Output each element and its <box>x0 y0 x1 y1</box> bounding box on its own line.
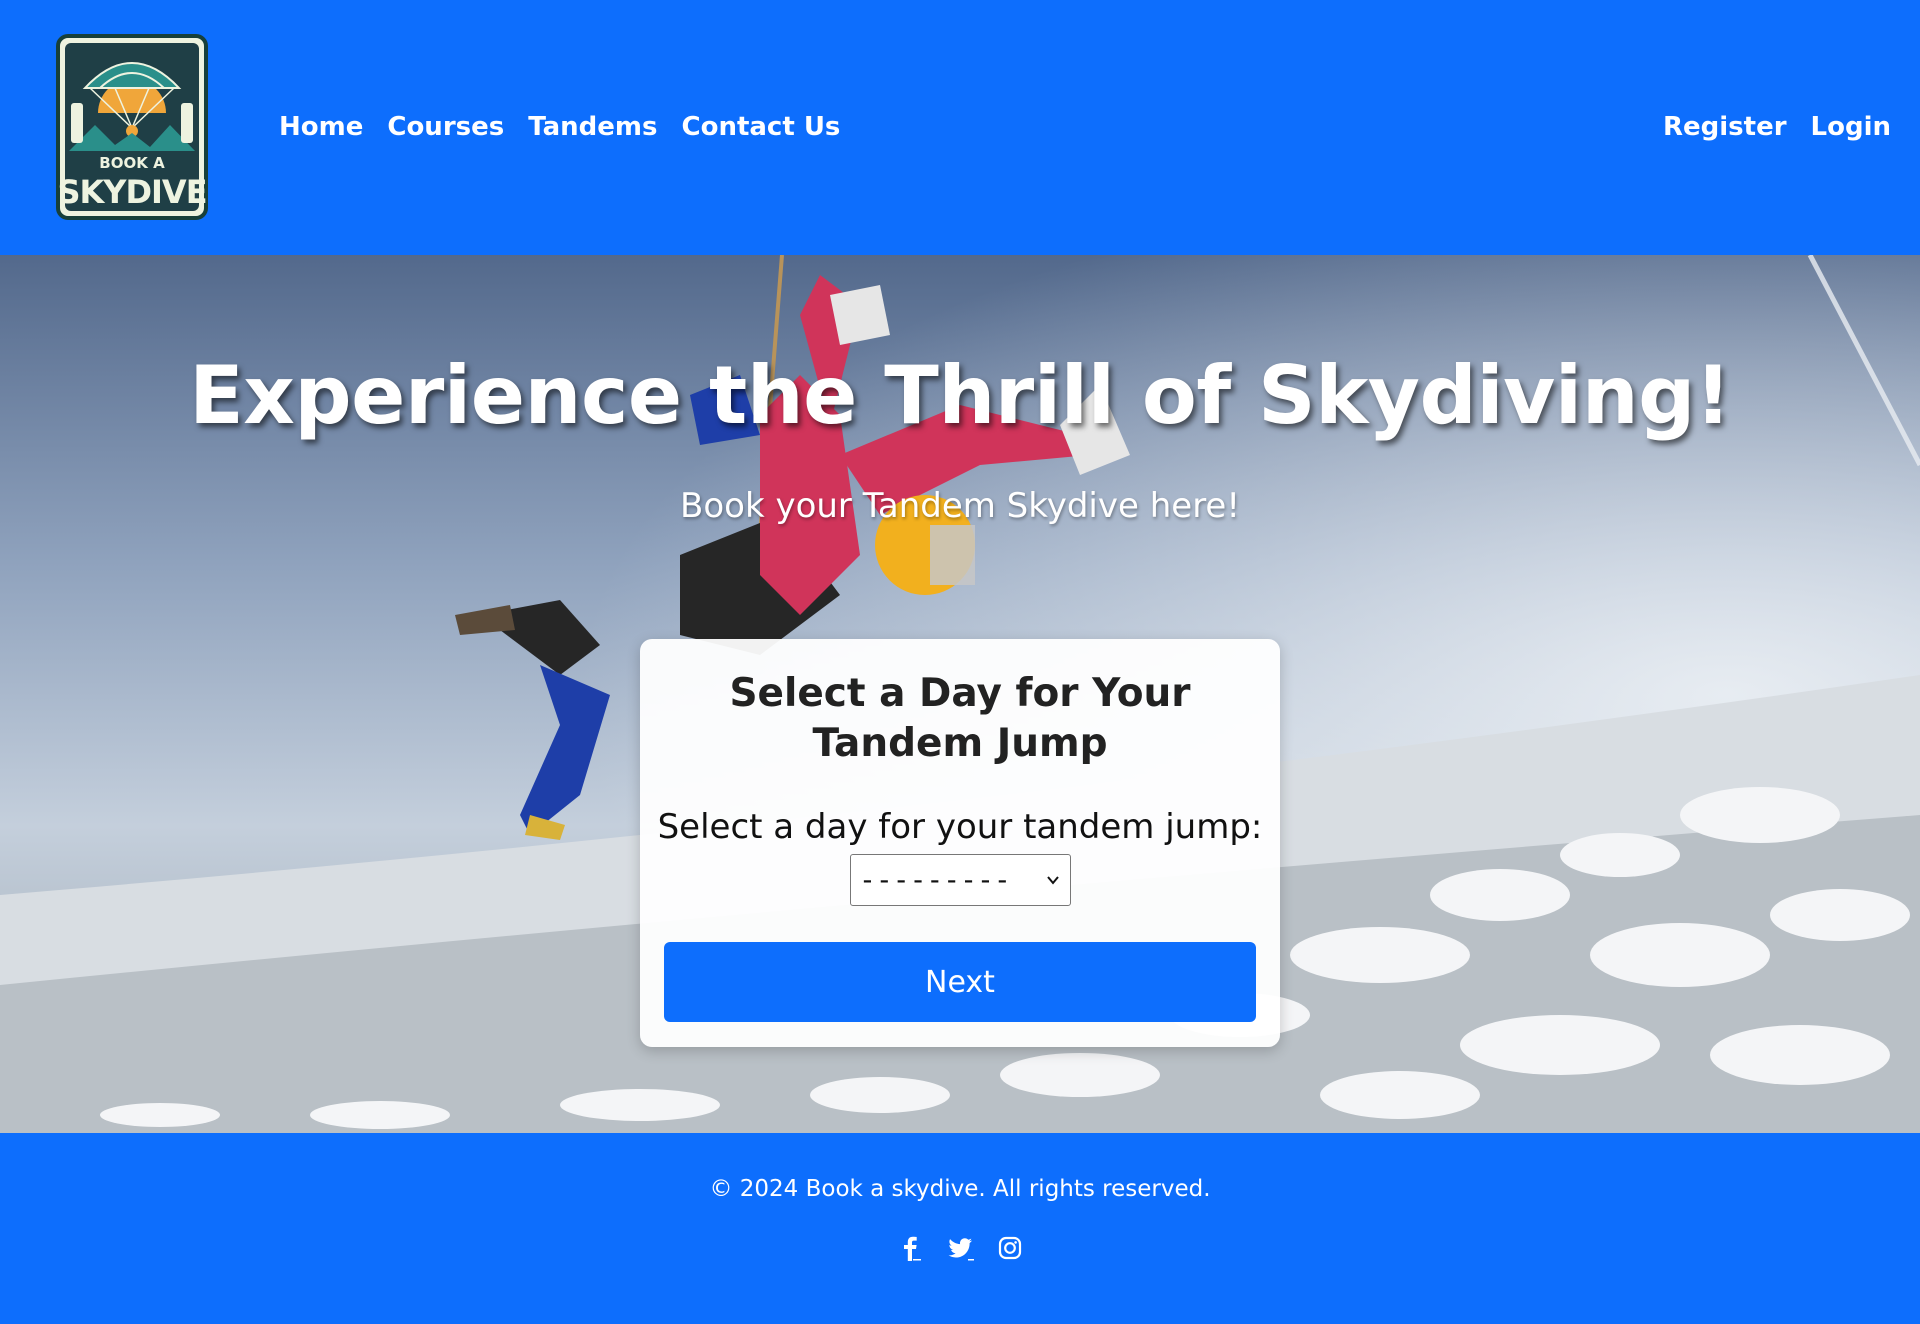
nav-contact-us[interactable]: Contact Us <box>682 112 841 142</box>
auth-nav: Register Login <box>1663 112 1891 142</box>
site-header: BOOK A SKYDIVE Home Courses Tandems Cont… <box>0 0 1920 255</box>
facebook-icon[interactable] <box>896 1234 924 1262</box>
nav-home[interactable]: Home <box>279 112 363 142</box>
day-select-label: Select a day for your tandem jump: <box>657 807 1263 847</box>
hero-subtitle: Book your Tandem Skydive here! <box>680 486 1240 526</box>
svg-text:BOOK A: BOOK A <box>99 154 165 172</box>
site-footer: © 2024 Book a skydive. All rights reserv… <box>0 1133 1920 1324</box>
nav-courses[interactable]: Courses <box>387 112 504 142</box>
nav-login[interactable]: Login <box>1811 112 1891 142</box>
book-a-skydive-logo[interactable]: BOOK A SKYDIVE <box>55 33 209 221</box>
nav-register[interactable]: Register <box>1663 112 1787 142</box>
instagram-icon[interactable] <box>996 1234 1024 1262</box>
hero-title: Experience the Thrill of Skydiving! <box>189 349 1731 442</box>
copyright-text: © 2024 Book a skydive. All rights reserv… <box>709 1176 1211 1202</box>
day-select[interactable]: --------- <box>850 854 1071 906</box>
chevron-down-icon <box>1047 876 1059 885</box>
nav-tandems[interactable]: Tandems <box>528 112 657 142</box>
svg-text:SKYDIVE: SKYDIVE <box>57 173 206 211</box>
main-nav: Home Courses Tandems Contact Us <box>279 112 840 142</box>
social-links <box>0 1234 1920 1262</box>
booking-card: Select a Day for Your Tandem Jump Select… <box>640 639 1280 1047</box>
day-select-value: --------- <box>859 863 1011 896</box>
next-button[interactable]: Next <box>664 942 1256 1022</box>
hero-section: Experience the Thrill of Skydiving! Book… <box>0 255 1920 1133</box>
booking-card-title: Select a Day for Your Tandem Jump <box>729 671 1191 766</box>
twitter-icon[interactable] <box>946 1234 974 1262</box>
